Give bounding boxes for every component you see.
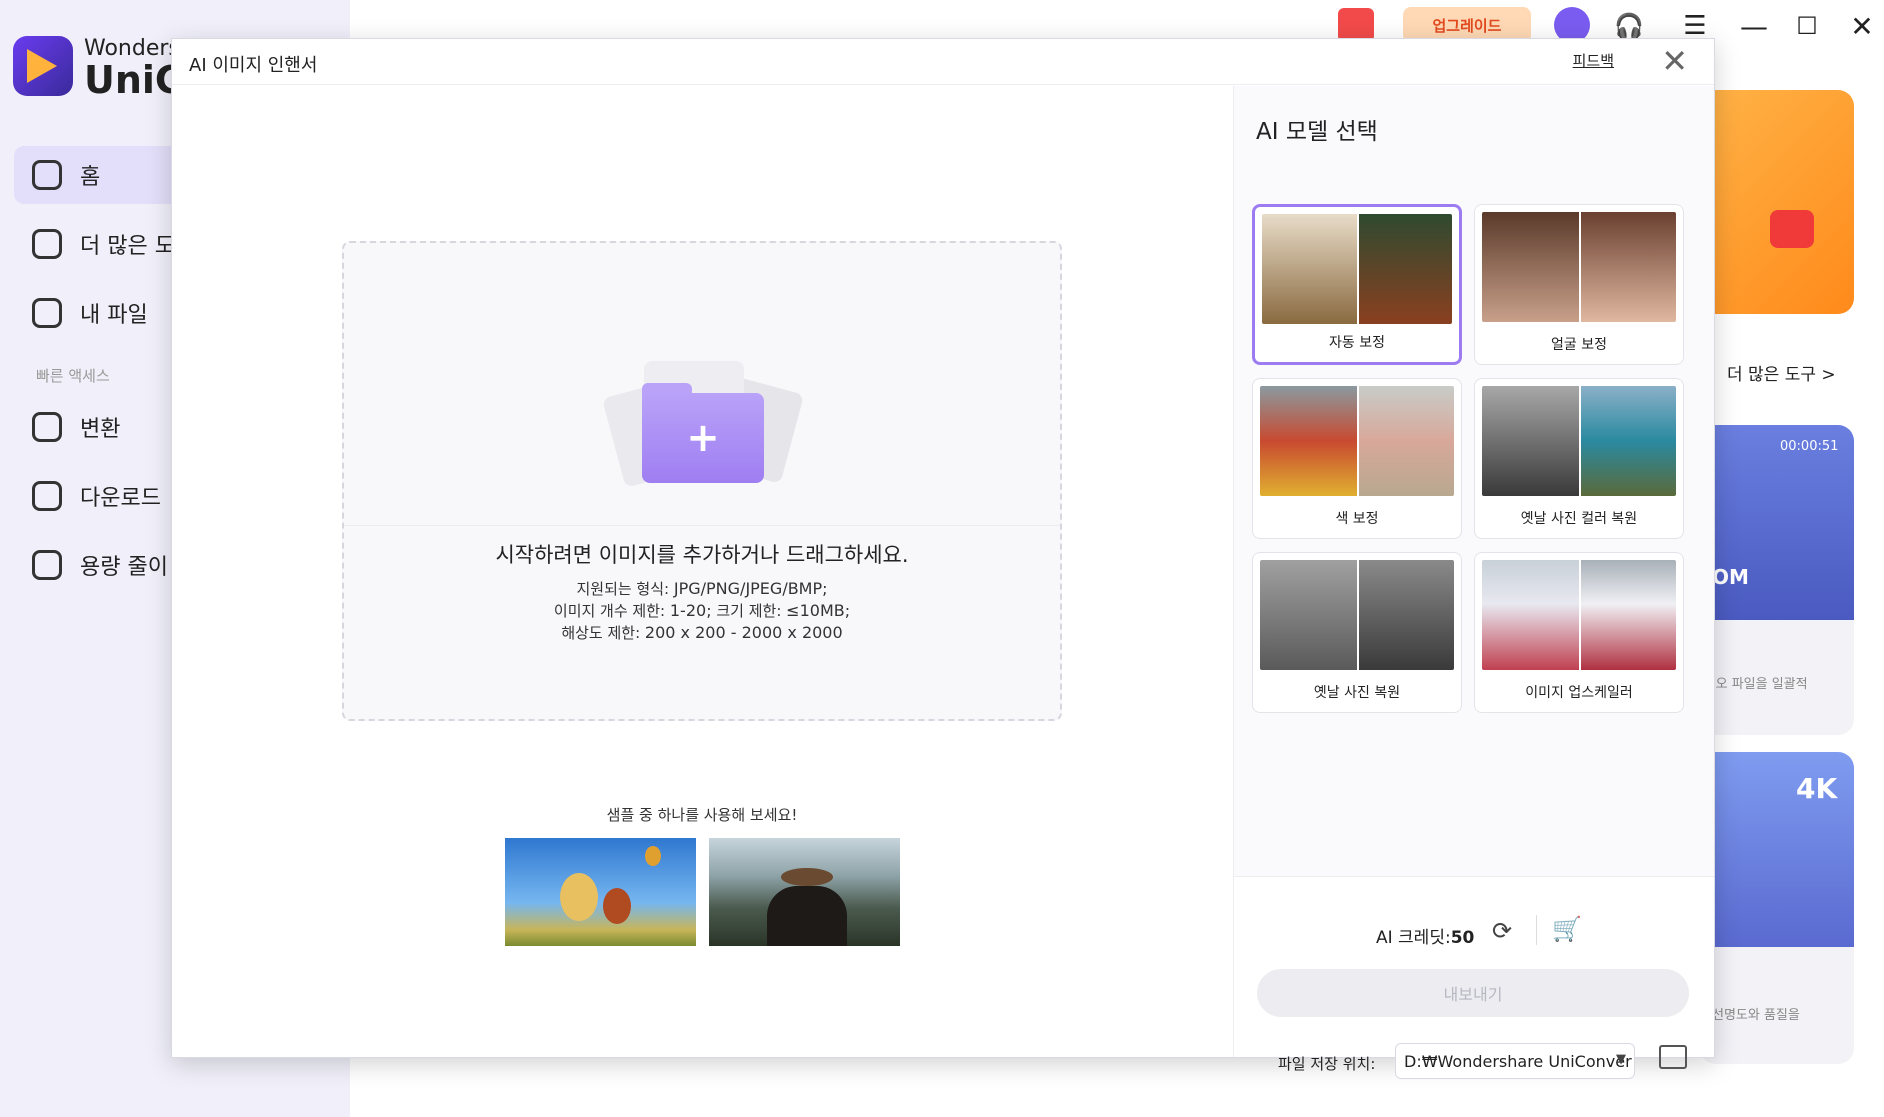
upload-pane: + 시작하려면 이미지를 추가하거나 드래그하세요. 지원되는 형식: JPG/… [172, 86, 1232, 1057]
model-pane: AI 모델 선택 자동 보정 얼굴 보정 색 보정 옛날 사진 컬러 복원 옛날… [1233, 86, 1714, 1079]
card-time: 00:00:51 [1780, 439, 1839, 454]
dropzone-instruction: 시작하려면 이미지를 추가하거나 드래그하세요. [495, 543, 909, 567]
count-label: 이미지 개수 제한: [553, 602, 666, 620]
res-value: 200 x 200 - 2000 x 2000 [644, 623, 843, 642]
model-preview [1482, 560, 1676, 670]
dropzone-limits: 이미지 개수 제한: 1-20; 크기 제한: ≤10MB; [344, 600, 1060, 621]
sample-label: 샘플 중 하나를 사용해 보세요! [606, 806, 798, 824]
app-logo [13, 36, 73, 96]
size-label: 크기 제한: [716, 602, 782, 620]
close-icon[interactable]: ✕ [1661, 43, 1688, 79]
nav-item-label: 홈 [80, 165, 101, 190]
model-label: 색 보정 [1335, 511, 1379, 527]
refresh-icon[interactable]: ⟳ [1492, 917, 1518, 945]
res-label: 해상도 제한: [561, 624, 641, 642]
ai-credit: AI 크레딧:50 [1376, 923, 1474, 948]
nav-item-label: 내 파일 [80, 303, 148, 328]
model-label: 얼굴 보정 [1551, 337, 1607, 353]
add-folder-icon[interactable]: + [642, 393, 764, 483]
model-label: 이미지 업스케일러 [1525, 685, 1633, 701]
promo-card[interactable] [1700, 90, 1854, 314]
nav-item-label: 다운로드 [80, 486, 161, 511]
card-4k-text: 4K [1796, 772, 1838, 805]
model-preview [1260, 560, 1454, 670]
save-location-label: 파일 저장 위치: [1278, 1055, 1376, 1073]
download-icon [32, 481, 62, 511]
convert-icon [32, 412, 62, 442]
model-card-colorize[interactable]: 옛날 사진 컬러 복원 [1474, 378, 1684, 539]
play-icon [1770, 210, 1814, 248]
dialog-title: AI 이미지 인핸서 [189, 55, 318, 76]
minimize-icon[interactable]: — [1737, 9, 1771, 43]
sample-image-portrait[interactable] [709, 838, 900, 946]
model-preview [1262, 214, 1452, 324]
dropzone-resolution: 해상도 제한: 200 x 200 - 2000 x 2000 [344, 622, 1060, 643]
window-close-icon[interactable]: ✕ [1845, 9, 1879, 43]
brand-name-bottom: UniC [84, 58, 183, 102]
compress-icon [32, 550, 62, 580]
nav-item-label: 용량 줄이 [80, 555, 168, 580]
chevron-down-icon: ▼ [1616, 1052, 1626, 1067]
model-label: 옛날 사진 복원 [1313, 685, 1401, 701]
sample-image-balloons[interactable] [505, 838, 696, 946]
model-preview [1260, 386, 1454, 496]
model-card-upscaler[interactable]: 이미지 업스케일러 [1474, 552, 1684, 713]
model-preview [1482, 386, 1676, 496]
hat-shape [781, 868, 833, 886]
toolbox-icon [32, 229, 62, 259]
credit-value: 50 [1450, 928, 1475, 948]
feedback-link[interactable]: 피드백 [1573, 50, 1614, 71]
save-path-value: D:₩Wondershare UniConver [1404, 1051, 1632, 1071]
tool-card-desc: 선명도와 품질을 [1712, 1008, 1800, 1023]
dropzone-illustration-area: + [344, 243, 1060, 526]
model-label: 옛날 사진 컬러 복원 [1520, 511, 1638, 527]
balloon-shape [645, 846, 661, 866]
format-label: 지원되는 형식: [576, 580, 670, 598]
nav-item-label: 더 많은 도 [80, 234, 175, 259]
maximize-icon[interactable]: ☐ [1790, 9, 1824, 43]
balloon-shape [560, 873, 598, 921]
folder-open-icon[interactable] [1659, 1045, 1687, 1069]
home-icon [32, 160, 62, 190]
tool-card-desc: l오 파일을 일괄적 [1712, 677, 1808, 692]
model-label: 자동 보정 [1329, 335, 1385, 351]
export-panel: AI 크레딧:50 ⟳ 🛒 내보내기 파일 저장 위치: D:₩Wondersh… [1234, 876, 1714, 1079]
nav-item-label: 변환 [80, 417, 121, 442]
size-value: ≤10MB; [786, 601, 851, 620]
image-dropzone[interactable]: + 시작하려면 이미지를 추가하거나 드래그하세요. 지원되는 형식: JPG/… [342, 241, 1062, 721]
dialog-header: AI 이미지 인핸서 피드백 ✕ [172, 39, 1714, 85]
credit-label: AI 크레딧: [1376, 928, 1451, 948]
file-icon [32, 298, 62, 328]
model-card-face[interactable]: 얼굴 보정 [1474, 204, 1684, 365]
tool-card-image [1700, 425, 1854, 620]
model-card-auto[interactable]: 자동 보정 [1252, 204, 1462, 365]
model-card-color[interactable]: 색 보정 [1252, 378, 1462, 539]
cart-icon[interactable]: 🛒 [1552, 915, 1582, 943]
model-card-restore[interactable]: 옛날 사진 복원 [1252, 552, 1462, 713]
model-section-title: AI 모델 선택 [1256, 119, 1378, 145]
format-value: JPG/PNG/JPEG/BMP; [673, 579, 828, 598]
model-preview [1482, 212, 1676, 322]
balloon-shape [603, 888, 631, 924]
export-button[interactable]: 내보내기 [1257, 969, 1689, 1017]
quick-access-label: 빠른 액세스 [36, 367, 110, 385]
card-size-text: OM [1712, 565, 1749, 589]
gift-icon[interactable] [1338, 8, 1374, 42]
save-location-select[interactable]: D:₩Wondershare UniConver ▼ [1395, 1043, 1635, 1079]
count-value: 1-20; [669, 601, 712, 620]
person-shape [767, 886, 847, 946]
divider [1536, 915, 1537, 945]
dropzone-formats: 지원되는 형식: JPG/PNG/JPEG/BMP; [344, 578, 1060, 599]
ai-image-enhancer-dialog: AI 이미지 인핸서 피드백 ✕ + 시작하려면 이미지를 추가하거나 드래그하… [171, 38, 1715, 1079]
more-tools-link[interactable]: 더 많은 도구 > [1727, 360, 1836, 385]
